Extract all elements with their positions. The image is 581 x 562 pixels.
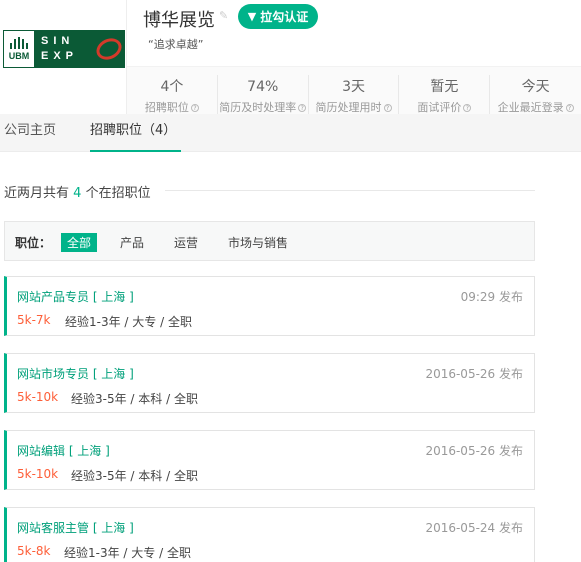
job-requirements: 经验3-5年 / 本科 / 全职	[71, 469, 198, 483]
stat-process-time: 3天 简历处理用时?	[309, 75, 400, 115]
verify-badge[interactable]: ▼ 拉勾认证	[238, 4, 318, 29]
job-card[interactable]: 网站市场专员 [ 上海 ] 2016-05-26 发布 5k-10k 经验3-5…	[4, 353, 535, 413]
company-logo-box: UBM SIN EXP	[0, 0, 127, 114]
company-slogan: “追求卓越”	[148, 38, 204, 51]
checkmark-v-icon: ▼	[247, 10, 257, 23]
tab-company-home[interactable]: 公司主页	[4, 114, 56, 152]
job-publish-time: 2016-05-26 发布	[425, 444, 523, 458]
ubm-logo-mark: UBM	[3, 30, 35, 68]
help-icon[interactable]: ?	[383, 104, 392, 112]
help-icon[interactable]: ?	[463, 104, 472, 112]
job-salary: 5k-10k	[17, 467, 59, 481]
job-requirements: 经验1-3年 / 大专 / 全职	[64, 546, 191, 560]
company-header: UBM SIN EXP 博华展览 ✎ ▼ 拉勾认证 “追求卓越” 4个 招聘职位…	[0, 0, 581, 115]
stat-positions: 4个 招聘职位?	[127, 75, 218, 115]
ubm-bars-icon	[10, 37, 28, 49]
filter-label: 职位：	[15, 236, 52, 250]
job-salary: 5k-10k	[17, 390, 59, 404]
stat-last-login: 今天 企业最近登录?	[490, 75, 581, 115]
tab-job-positions[interactable]: 招聘职位（4）	[90, 114, 181, 152]
help-icon[interactable]: ?	[565, 104, 574, 112]
job-requirements: 经验1-3年 / 大专 / 全职	[65, 315, 192, 329]
position-filter-bar: 职位： 全部 产品 运营 市场与销售	[4, 221, 535, 261]
job-title-link[interactable]: 网站产品专员 [ 上海 ]	[17, 288, 134, 305]
help-icon[interactable]: ?	[298, 104, 307, 112]
job-salary: 5k-7k	[17, 313, 51, 327]
filter-option-product[interactable]: 产品	[114, 233, 150, 252]
help-icon[interactable]: ?	[190, 104, 199, 112]
filter-option-all[interactable]: 全部	[61, 233, 98, 252]
job-publish-time: 2016-05-24 发布	[425, 521, 523, 535]
job-requirements: 经验3-5年 / 本科 / 全职	[71, 392, 198, 406]
company-stats-bar: 4个 招聘职位? 74% 简历及时处理率? 3天 简历处理用时? 暂无 面试评价…	[127, 66, 581, 115]
job-card[interactable]: 网站客服主管 [ 上海 ] 2016-05-24 发布 5k-8k 经验1-3年…	[4, 507, 535, 562]
filter-option-operations[interactable]: 运营	[168, 233, 204, 252]
job-salary: 5k-8k	[17, 544, 51, 558]
job-title-link[interactable]: 网站客服主管 [ 上海 ]	[17, 519, 134, 536]
stat-interview-review: 暂无 面试评价?	[399, 75, 491, 115]
edit-pencil-icon[interactable]: ✎	[219, 10, 231, 22]
filter-option-marketing-sales[interactable]: 市场与销售	[222, 233, 294, 252]
job-publish-time: 09:29 发布	[460, 290, 523, 304]
job-title-link[interactable]: 网站市场专员 [ 上海 ]	[17, 365, 134, 382]
job-publish-time: 2016-05-26 发布	[425, 367, 523, 381]
sinoexpo-wordmark: SIN EXP	[35, 30, 126, 68]
company-name: 博华展览	[143, 10, 215, 31]
job-card[interactable]: 网站编辑 [ 上海 ] 2016-05-26 发布 5k-10k 经验3-5年 …	[4, 430, 535, 490]
job-title-link[interactable]: 网站编辑 [ 上海 ]	[17, 442, 110, 459]
positions-summary: 近两月共有 4 个在招职位	[4, 186, 151, 201]
stat-response-rate: 74% 简历及时处理率?	[218, 75, 309, 115]
company-logo: UBM SIN EXP	[3, 30, 126, 68]
company-tabs: 公司主页 招聘职位（4）	[0, 114, 581, 152]
job-card[interactable]: 网站产品专员 [ 上海 ] 09:29 发布 5k-7k 经验1-3年 / 大专…	[4, 276, 535, 336]
divider	[165, 190, 535, 191]
positions-count: 4	[73, 186, 82, 201]
